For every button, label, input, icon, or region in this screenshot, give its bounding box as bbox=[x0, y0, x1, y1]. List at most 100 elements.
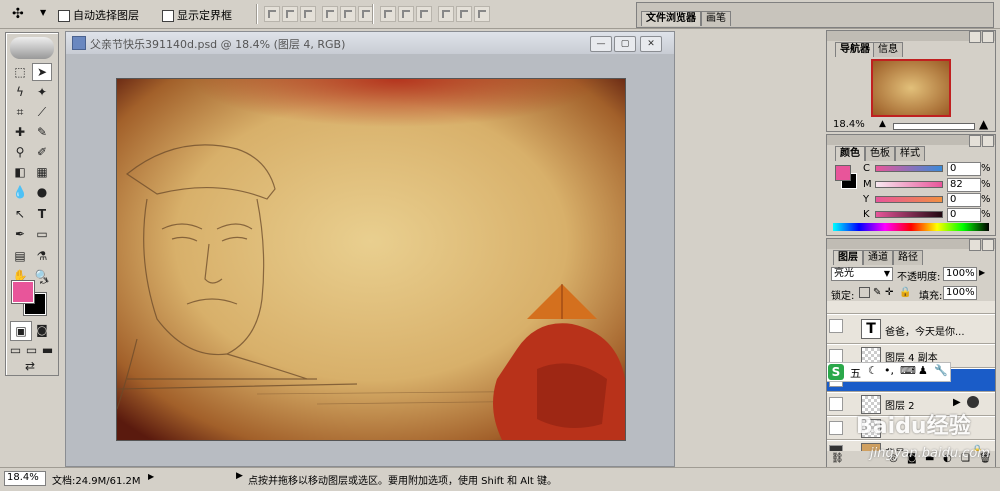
tab-brushes[interactable]: 画笔 bbox=[701, 11, 731, 26]
lasso-tool-icon[interactable]: ϟ bbox=[10, 83, 30, 101]
eyedropper-tool-icon[interactable]: ⚗ bbox=[32, 247, 52, 265]
lock-position-icon[interactable]: ✛ bbox=[885, 287, 893, 298]
panel-minimize-button[interactable] bbox=[969, 135, 981, 147]
distribute-vcenter-icon[interactable] bbox=[398, 6, 414, 22]
path-select-icon[interactable]: ↖ bbox=[10, 205, 30, 223]
blend-mode-select[interactable]: 亮光 ▼ bbox=[831, 267, 893, 281]
distribute-top-icon[interactable] bbox=[380, 6, 396, 22]
channel-c-slider[interactable] bbox=[875, 165, 943, 172]
align-vcenter-icon[interactable] bbox=[282, 6, 298, 22]
channel-m-value[interactable]: 82 bbox=[947, 178, 981, 192]
auto-select-checkbox[interactable]: 自动选择图层 bbox=[58, 7, 139, 23]
zoom-out-icon[interactable]: ▲ bbox=[879, 119, 886, 129]
lock-image-icon[interactable]: ✎ bbox=[873, 287, 881, 298]
jump-to-imageready-icon[interactable]: ⇄ bbox=[20, 359, 40, 373]
slice-tool-icon[interactable]: ⟋ bbox=[32, 103, 52, 121]
magic-wand-icon[interactable]: ✦ bbox=[32, 83, 52, 101]
blur-tool-icon[interactable]: 💧 bbox=[10, 183, 30, 201]
brush-tool-icon[interactable]: ✎ bbox=[32, 123, 52, 141]
standard-mode-icon[interactable]: ▣ bbox=[10, 321, 32, 341]
ime-toolbar[interactable]: S 五 ☾ •, ⌨ ♟ 🔧 bbox=[827, 362, 951, 382]
maximize-button[interactable]: ▢ bbox=[614, 36, 636, 52]
ime-moon-icon[interactable]: ☾ bbox=[868, 364, 878, 377]
marquee-tool-icon[interactable]: ⬚ bbox=[10, 63, 30, 81]
tab-file-browser[interactable]: 文件浏览器 bbox=[641, 11, 701, 26]
screen-mode-full-icon[interactable]: ▬ bbox=[40, 341, 55, 359]
ime-keyboard-icon[interactable]: ⌨ bbox=[900, 364, 916, 377]
channel-c-value[interactable]: 0 bbox=[947, 162, 981, 176]
tab-color[interactable]: 颜色 bbox=[835, 146, 865, 161]
channel-y-value[interactable]: 0 bbox=[947, 193, 981, 207]
crop-tool-icon[interactable]: ⌗ bbox=[10, 103, 30, 121]
distribute-bottom-icon[interactable] bbox=[416, 6, 432, 22]
color-spectrum-bar[interactable] bbox=[833, 223, 989, 231]
screen-mode-standard-icon[interactable]: ▭ bbox=[8, 341, 23, 359]
clone-stamp-icon[interactable]: ⚲ bbox=[10, 143, 30, 161]
align-top-icon[interactable] bbox=[264, 6, 280, 22]
swap-colors-icon[interactable]: ⤾ bbox=[40, 277, 48, 287]
shape-tool-icon[interactable]: ▭ bbox=[32, 225, 52, 243]
layer-effects-icon[interactable]: ▶ bbox=[953, 397, 961, 408]
close-button[interactable]: ✕ bbox=[640, 36, 662, 52]
move-tool-icon[interactable]: ➤ bbox=[32, 63, 52, 81]
align-left-icon[interactable] bbox=[322, 6, 338, 22]
navigator-preview[interactable] bbox=[871, 59, 951, 117]
distribute-right-icon[interactable] bbox=[474, 6, 490, 22]
channel-k-value[interactable]: 0 bbox=[947, 208, 981, 222]
panel-minimize-button[interactable] bbox=[969, 239, 981, 251]
tab-navigator[interactable]: 导航器 bbox=[835, 42, 875, 57]
distribute-hcenter-icon[interactable] bbox=[456, 6, 472, 22]
type-tool-icon[interactable]: T bbox=[32, 205, 52, 223]
move-tool-icon[interactable]: ✣ bbox=[12, 6, 24, 22]
gradient-tool-icon[interactable]: ▦ bbox=[32, 163, 52, 181]
opacity-input[interactable]: 100% bbox=[943, 267, 977, 281]
layer-row-partial[interactable] bbox=[827, 301, 995, 314]
dodge-tool-icon[interactable]: ● bbox=[32, 183, 52, 201]
visibility-toggle[interactable] bbox=[829, 349, 843, 363]
panel-close-button[interactable] bbox=[982, 135, 994, 147]
tool-preset-dropdown-icon[interactable]: ▼ bbox=[40, 8, 46, 17]
zoom-in-icon[interactable]: ▲ bbox=[979, 117, 988, 131]
status-zoom-field[interactable]: 18.4% bbox=[4, 471, 46, 486]
navigator-zoom-slider[interactable] bbox=[893, 123, 975, 130]
align-bottom-icon[interactable] bbox=[300, 6, 316, 22]
ime-user-icon[interactable]: ♟ bbox=[918, 364, 928, 377]
ime-punct-icon[interactable]: •, bbox=[884, 364, 894, 377]
screen-mode-full-menu-icon[interactable]: ▭ bbox=[24, 341, 39, 359]
lock-all-icon[interactable]: 🔒 bbox=[899, 287, 911, 298]
eraser-tool-icon[interactable]: ◧ bbox=[10, 163, 30, 181]
channel-m-slider[interactable] bbox=[875, 181, 943, 188]
document-titlebar[interactable]: 父亲节快乐391140d.psd @ 18.4% (图层 4, RGB) — ▢… bbox=[66, 32, 674, 54]
fill-input[interactable]: 100% bbox=[943, 286, 977, 300]
tab-paths[interactable]: 路径 bbox=[893, 250, 923, 265]
navigator-zoom-value[interactable]: 18.4% bbox=[833, 119, 865, 130]
pen-tool-icon[interactable]: ✒ bbox=[10, 225, 30, 243]
quick-mask-icon[interactable]: ◙ bbox=[32, 321, 52, 339]
panel-close-button[interactable] bbox=[982, 31, 994, 43]
align-hcenter-icon[interactable] bbox=[340, 6, 356, 22]
show-bounds-checkbox[interactable]: 显示定界框 bbox=[162, 7, 232, 23]
tab-info[interactable]: 信息 bbox=[873, 42, 903, 57]
document-canvas[interactable] bbox=[116, 78, 626, 441]
opacity-dropdown-icon[interactable]: ▶ bbox=[979, 268, 985, 277]
visibility-toggle[interactable] bbox=[829, 319, 843, 333]
status-menu-icon[interactable]: ▶ bbox=[148, 472, 154, 481]
tab-layers[interactable]: 图层 bbox=[833, 250, 863, 265]
panel-minimize-button[interactable] bbox=[969, 31, 981, 43]
color-fg-swatch[interactable] bbox=[835, 165, 851, 181]
channel-y-slider[interactable] bbox=[875, 196, 943, 203]
distribute-left-icon[interactable] bbox=[438, 6, 454, 22]
channel-k-slider[interactable] bbox=[875, 211, 943, 218]
minimize-button[interactable]: — bbox=[590, 36, 612, 52]
history-brush-icon[interactable]: ✐ bbox=[32, 143, 52, 161]
panel-close-button[interactable] bbox=[982, 239, 994, 251]
healing-brush-icon[interactable]: ✚ bbox=[10, 123, 30, 141]
layer-row-text[interactable]: T 爸爸，今天是你... bbox=[827, 315, 995, 344]
tab-styles[interactable]: 样式 bbox=[895, 146, 925, 161]
tab-channels[interactable]: 通道 bbox=[863, 250, 893, 265]
ime-wrench-icon[interactable]: 🔧 bbox=[934, 364, 948, 377]
lock-transparency-icon[interactable] bbox=[859, 287, 870, 298]
foreground-color-swatch[interactable] bbox=[11, 280, 35, 304]
notes-tool-icon[interactable]: ▤ bbox=[10, 247, 30, 265]
tab-swatches[interactable]: 色板 bbox=[865, 146, 895, 161]
